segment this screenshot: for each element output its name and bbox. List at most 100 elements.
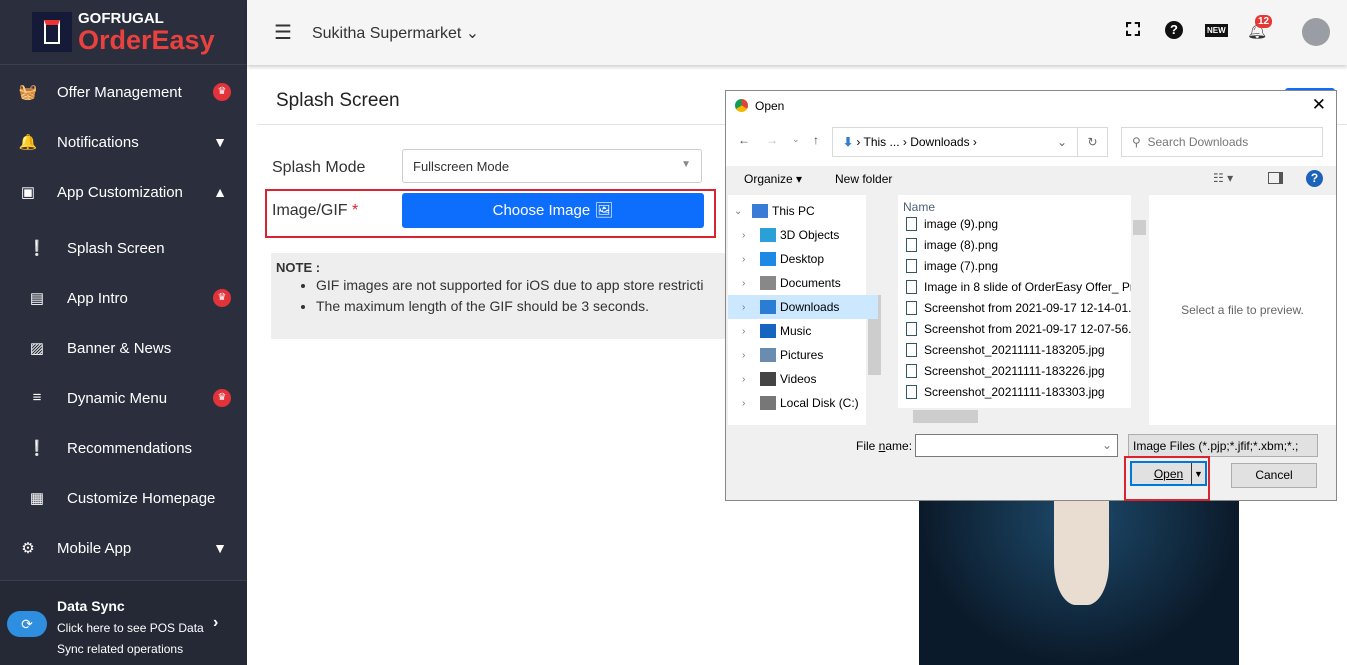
- expand-arrow-icon[interactable]: ›: [742, 326, 756, 337]
- basket-icon: 🧺: [18, 84, 38, 101]
- tree-item[interactable]: › Videos: [728, 367, 878, 391]
- breadcrumb-downloads[interactable]: Downloads: [910, 135, 969, 149]
- tree-item[interactable]: › Music: [728, 319, 878, 343]
- expand-arrow-icon[interactable]: ›: [742, 398, 756, 409]
- sidebar-item-dynamic-menu[interactable]: ≡ Dynamic Menu ♛: [0, 373, 247, 423]
- sidebar-item-splash-screen[interactable]: ❕ Splash Screen: [0, 223, 247, 273]
- sidebar-item-notifications[interactable]: 🔔 Notifications ▼: [0, 117, 247, 167]
- expand-arrow-icon[interactable]: ›: [742, 374, 756, 385]
- splash-mode-select[interactable]: Fullscreen Mode ▼: [402, 149, 702, 183]
- note-title: NOTE :: [276, 260, 321, 275]
- up-icon[interactable]: ↑: [813, 133, 819, 147]
- sidebar-item-offer-management[interactable]: 🧺 Offer Management ♛: [0, 67, 247, 117]
- label: Cancel: [1255, 468, 1293, 482]
- crown-icon: ♛: [213, 83, 231, 101]
- brand-bottom: OrderEasy: [78, 24, 215, 55]
- close-icon[interactable]: ✕: [1312, 95, 1326, 115]
- note-item: GIF images are not supported for iOS due…: [316, 275, 726, 296]
- file-item[interactable]: Screenshot from 2021-09-17 12-07-56.p: [906, 318, 1131, 339]
- image-file-icon: [906, 342, 917, 357]
- cancel-button[interactable]: Cancel: [1231, 463, 1317, 488]
- tree-item[interactable]: › Documents: [728, 271, 878, 295]
- sidebar-item-customize-homepage[interactable]: ▦ Customize Homepage: [0, 473, 247, 523]
- choose-image-button[interactable]: Choose Image 🖼︎: [402, 193, 704, 228]
- data-sync-panel[interactable]: ⟳ Data Sync Click here to see POS Data S…: [0, 580, 247, 665]
- brand-logo[interactable]: GOFRUGAL OrderEasy: [0, 0, 247, 65]
- file-name: image (8).png: [924, 237, 999, 252]
- hamburger-icon[interactable]: ☰: [274, 20, 292, 45]
- gear-icon: ⚙: [21, 540, 35, 557]
- avatar[interactable]: [1302, 18, 1330, 46]
- image-icon: ▨: [29, 340, 45, 357]
- note-box: NOTE : GIF images are not supported for …: [271, 253, 731, 339]
- file-item[interactable]: Screenshot_20211111-183205.jpg: [906, 339, 1105, 360]
- file-item[interactable]: image (8).png: [906, 234, 998, 255]
- store-selector[interactable]: Sukitha Supermarket ⌄: [312, 23, 479, 43]
- chevron-down-icon[interactable]: ⌄: [1102, 438, 1112, 452]
- organize-menu[interactable]: Organize ▾: [744, 172, 802, 186]
- tree-item[interactable]: ⌄ This PC: [728, 199, 878, 223]
- cloud-sync-icon: ⟳: [7, 611, 47, 637]
- file-item[interactable]: image (9).png: [906, 213, 998, 234]
- preview-pane-icon[interactable]: [1268, 172, 1283, 184]
- tree-item[interactable]: › Downloads: [728, 295, 878, 319]
- sidebar-item-banner-news[interactable]: ▨ Banner & News: [0, 323, 247, 373]
- search-input[interactable]: ⚲ Search Downloads: [1121, 127, 1323, 157]
- refresh-icon[interactable]: ↻: [1077, 128, 1107, 156]
- open-button[interactable]: Open ▼: [1130, 461, 1207, 486]
- filetype-select[interactable]: Image Files (*.pjp;*.jfif;*.xbm;*.;: [1128, 434, 1318, 457]
- crown-icon: ♛: [213, 289, 231, 307]
- alert-box-icon: ❕: [27, 440, 47, 457]
- view-options-icon[interactable]: ☷ ▾: [1213, 171, 1233, 185]
- file-item[interactable]: Screenshot_20211111-183303.jpg: [906, 381, 1105, 402]
- expand-arrow-icon[interactable]: ›: [742, 350, 756, 361]
- new-icon[interactable]: NEW: [1205, 24, 1228, 37]
- label: App Customization: [57, 183, 183, 201]
- label: Mobile App: [57, 539, 132, 557]
- 3d-objects-icon: [760, 228, 776, 242]
- address-bar[interactable]: ⬇ › This ... › Downloads › ⌄ ↻: [832, 127, 1108, 157]
- sidebar-item-recommendations[interactable]: ❕ Recommendations: [0, 423, 247, 473]
- sidebar-item-app-customization[interactable]: ▣ App Customization ▲: [0, 167, 247, 217]
- filename-input[interactable]: ⌄: [915, 434, 1118, 457]
- sidebar-item-app-intro[interactable]: ▤ App Intro ♛: [0, 273, 247, 323]
- recent-dropdown-icon[interactable]: ⌄: [792, 134, 800, 145]
- new-folder-button[interactable]: New folder: [835, 172, 892, 186]
- tree-item[interactable]: › Desktop: [728, 247, 878, 271]
- chevron-down-icon[interactable]: ⌄: [1057, 135, 1067, 149]
- file-item[interactable]: Screenshot from 2021-09-17 12-14-01.p: [906, 297, 1131, 318]
- file-item[interactable]: Screenshot_20211111-183226.jpg: [906, 360, 1105, 381]
- help-icon[interactable]: ?: [1165, 21, 1183, 39]
- image-file-icon: [906, 258, 917, 273]
- image-gif-label: Image/GIF *: [272, 202, 358, 220]
- column-header-name[interactable]: Name: [903, 200, 935, 214]
- tree-item[interactable]: › Pictures: [728, 343, 878, 367]
- splash-mode-label: Splash Mode: [272, 159, 366, 176]
- expanded-arrow-icon[interactable]: ⌄: [734, 206, 748, 217]
- file-item[interactable]: Image in 8 slide of OrderEasy Offer_ Pro: [906, 276, 1131, 297]
- sidebar-item-mobile-app[interactable]: ⚙ Mobile App ▼: [0, 523, 247, 573]
- back-icon[interactable]: ←: [738, 133, 750, 147]
- brand-top: GOFRUGAL: [78, 9, 164, 27]
- expand-arrow-icon[interactable]: ›: [742, 254, 756, 265]
- expand-arrow-icon[interactable]: ›: [742, 278, 756, 289]
- breadcrumb-this-pc[interactable]: This ...: [864, 135, 900, 149]
- tree-item[interactable]: › Local Disk (C:): [728, 391, 878, 415]
- help-icon[interactable]: ?: [1306, 170, 1323, 187]
- folder-tree: ⌄ This PC › 3D Objects › Desktop › Documents › Do…: [728, 199, 878, 419]
- expand-arrow-icon[interactable]: ›: [742, 230, 756, 241]
- h-scrollbar[interactable]: [898, 408, 1131, 425]
- fullscreen-icon[interactable]: [1126, 22, 1140, 36]
- label: Banner & News: [67, 339, 172, 357]
- scrollbar[interactable]: [1131, 195, 1148, 425]
- file-name: Screenshot_20211111-183303.jpg: [924, 384, 1105, 399]
- tree-label: Local Disk (C:): [780, 396, 859, 410]
- preview-image: [919, 500, 1239, 665]
- file-item[interactable]: image (7).png: [906, 255, 998, 276]
- tree-item[interactable]: › 3D Objects: [728, 223, 878, 247]
- tree-label: 3D Objects: [780, 228, 840, 242]
- expand-arrow-icon[interactable]: ›: [742, 302, 756, 313]
- dropdown-arrow-icon[interactable]: ▼: [1191, 463, 1205, 485]
- page-title: Splash Screen: [276, 90, 400, 111]
- file-name: Screenshot from 2021-09-17 12-07-56.p: [924, 321, 1131, 336]
